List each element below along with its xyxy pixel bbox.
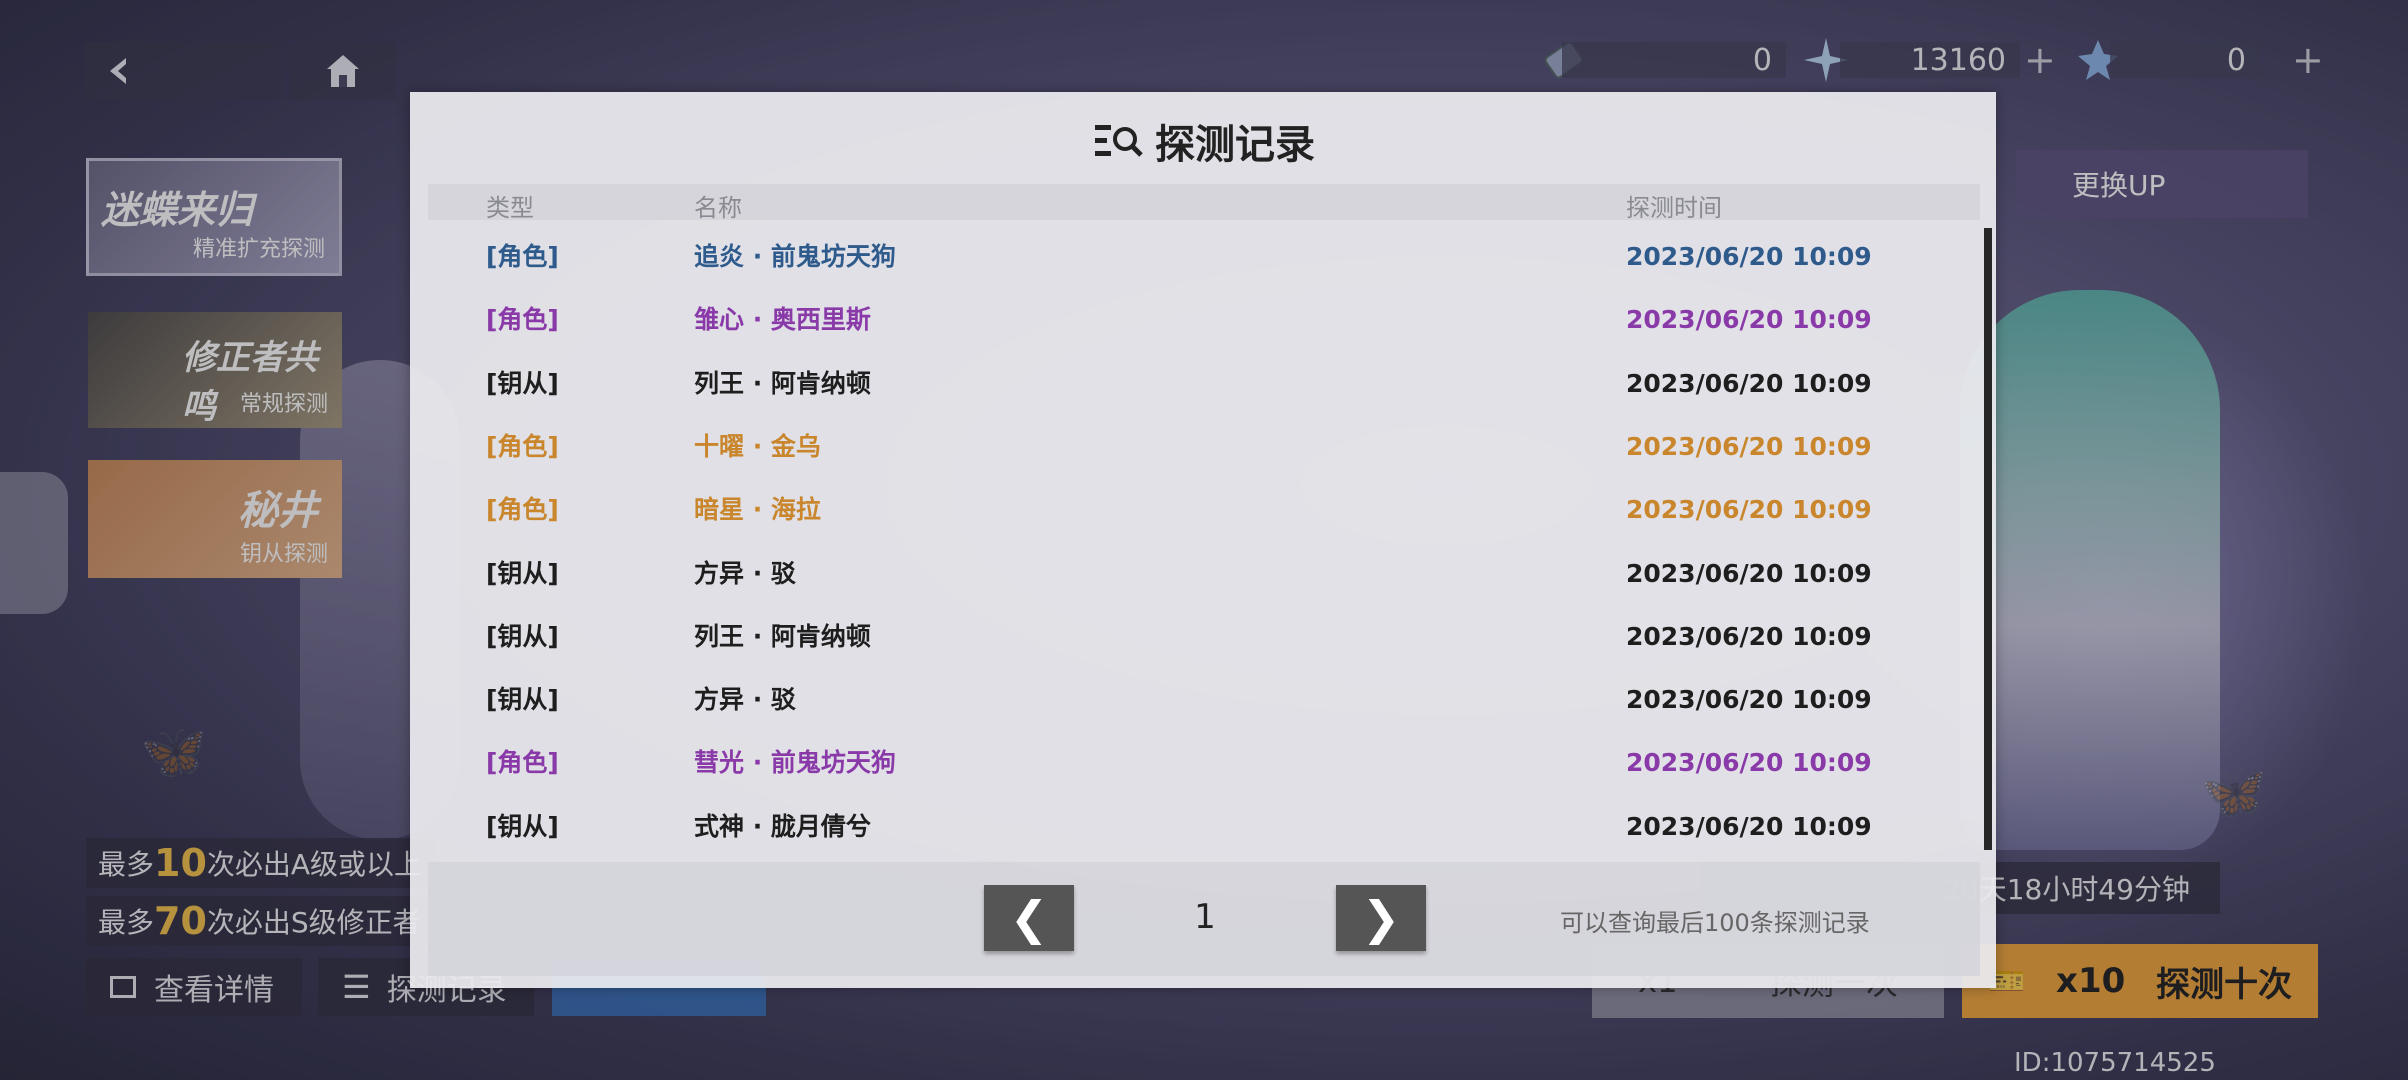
records-scrollbar[interactable] <box>1984 228 1992 850</box>
record-name: 暗星 · 海拉 <box>694 495 821 525</box>
prev-page-button[interactable]: ❮ <box>984 885 1074 951</box>
table-row: [钥从] 式神 · 胧月倩兮 2023/06/20 10:09 <box>0 795 2408 858</box>
records-limit-note: 可以查询最后100条探测记录 <box>1560 909 1870 937</box>
table-row: [角色] 彗光 · 前鬼坊天狗 2023/06/20 10:09 <box>0 731 2408 794</box>
record-time: 2023/06/20 10:09 <box>1626 621 1872 651</box>
record-type: [钥从] <box>486 811 559 841</box>
record-type: [角色] <box>486 748 559 778</box>
page-number: 1 <box>1194 897 1216 937</box>
table-row: [角色] 十曜 · 金乌 2023/06/20 10:09 <box>0 415 2408 478</box>
modal-header: 探测记录 <box>0 112 2408 170</box>
record-type: [角色] <box>486 431 559 461</box>
table-header <box>428 184 1980 220</box>
record-type: [钥从] <box>486 621 559 651</box>
header-type: 类型 <box>486 194 534 222</box>
record-time: 2023/06/20 10:09 <box>1626 368 1872 398</box>
modal-title: 探测记录 <box>1155 122 1315 168</box>
table-row: [钥从] 列王 · 阿肯纳顿 2023/06/20 10:09 <box>0 605 2408 668</box>
table-row: [钥从] 列王 · 阿肯纳顿 2023/06/20 10:09 <box>0 352 2408 415</box>
record-type: [钥从] <box>486 558 559 588</box>
table-row: [钥从] 方异 · 驳 2023/06/20 10:09 <box>0 542 2408 605</box>
record-name: 列王 · 阿肯纳顿 <box>694 621 871 651</box>
record-name: 雏心 · 奥西里斯 <box>694 305 871 335</box>
record-type: [钥从] <box>486 685 559 715</box>
record-name: 方异 · 驳 <box>694 685 796 715</box>
next-page-button[interactable]: ❯ <box>1336 885 1426 951</box>
table-row: [角色] 雏心 · 奥西里斯 2023/06/20 10:09 <box>0 288 2408 351</box>
record-time: 2023/06/20 10:09 <box>1626 685 1872 715</box>
record-time: 2023/06/20 10:09 <box>1626 495 1872 525</box>
record-name: 列王 · 阿肯纳顿 <box>694 368 871 398</box>
record-time: 2023/06/20 10:09 <box>1626 811 1872 841</box>
record-time: 2023/06/20 10:09 <box>1626 431 1872 461</box>
record-name: 式神 · 胧月倩兮 <box>694 811 871 841</box>
record-time: 2023/06/20 10:09 <box>1626 558 1872 588</box>
record-time: 2023/06/20 10:09 <box>1626 242 1872 271</box>
record-time: 2023/06/20 10:09 <box>1626 305 1872 335</box>
header-name: 名称 <box>694 194 742 222</box>
record-name: 彗光 · 前鬼坊天狗 <box>694 748 896 778</box>
record-type: [钥从] <box>486 368 559 398</box>
record-type: [角色] <box>486 305 559 335</box>
record-name: 方异 · 驳 <box>694 558 796 588</box>
record-type: [角色] <box>486 495 559 525</box>
search-records-icon <box>1095 125 1143 157</box>
record-name: 十曜 · 金乌 <box>694 431 821 461</box>
record-time: 2023/06/20 10:09 <box>1626 748 1872 778</box>
record-type: [角色] <box>486 242 559 271</box>
table-row: [角色] 暗星 · 海拉 2023/06/20 10:09 <box>0 478 2408 541</box>
table-row: [钥从] 方异 · 驳 2023/06/20 10:09 <box>0 668 2408 731</box>
table-row: [角色] 追炎 · 前鬼坊天狗 2023/06/20 10:09 <box>0 225 2408 288</box>
header-time: 探测时间 <box>1626 194 1722 222</box>
record-name: 追炎 · 前鬼坊天狗 <box>694 242 896 271</box>
